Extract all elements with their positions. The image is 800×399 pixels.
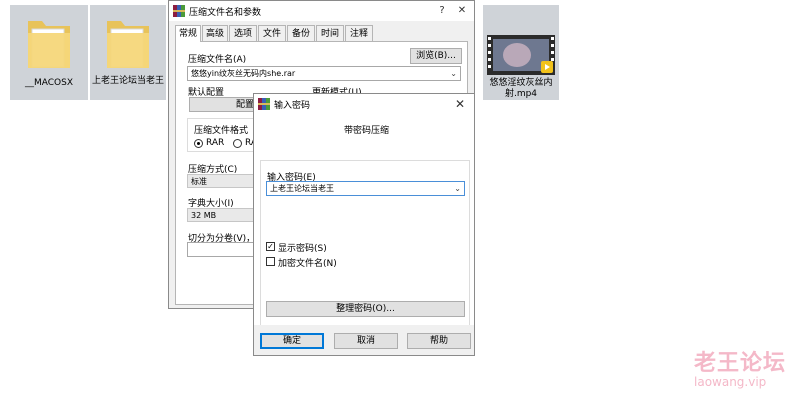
format-label: 压缩文件格式 bbox=[194, 126, 249, 136]
desktop-icon-label: __MACOSX bbox=[24, 78, 73, 88]
format-rar-label: RAR bbox=[206, 138, 225, 148]
tab-files[interactable]: 文件 bbox=[258, 25, 286, 41]
password-heading: 带密码压缩 bbox=[344, 126, 390, 136]
desktop-icon-video[interactable]: 悠悠淫纹灰丝内射.mp4 bbox=[483, 5, 559, 100]
dialog-footer: 确定 取消 帮助 bbox=[254, 325, 474, 355]
password-value: 上老王论坛当老王 bbox=[270, 184, 334, 193]
tab-general[interactable]: 常规 bbox=[175, 25, 201, 42]
winrar-icon bbox=[258, 98, 270, 110]
tab-options[interactable]: 选项 bbox=[229, 25, 257, 41]
browse-button[interactable]: 浏览(B)... bbox=[410, 48, 462, 64]
desktop-icon-label: 上老王论坛当老王 bbox=[91, 76, 164, 86]
chevron-down-icon[interactable]: ⌄ bbox=[454, 182, 461, 195]
format-radio-rar[interactable] bbox=[194, 139, 203, 148]
archive-name-value: 悠悠yin纹灰丝无码内she.rar bbox=[191, 69, 296, 78]
title-bar: 输入密码 ✕ bbox=[254, 94, 474, 114]
dialog-title: 压缩文件名和参数 bbox=[189, 8, 262, 18]
desktop-icon-folder[interactable]: 上老王论坛当老王 bbox=[90, 5, 166, 100]
password-dialog: 输入密码 ✕ 带密码压缩 输入密码(E) 上老王论坛当老王 ⌄ ✓ 显示密码(S… bbox=[253, 93, 475, 356]
desktop-icon-macosx[interactable]: __MACOSX bbox=[10, 5, 88, 100]
desktop-icon-label: 悠悠淫纹灰丝内射.mp4 bbox=[489, 78, 553, 99]
show-password-label: 显示密码(S) bbox=[278, 244, 327, 254]
tab-backup[interactable]: 备份 bbox=[287, 25, 315, 41]
help-button[interactable]: 帮助 bbox=[407, 333, 471, 349]
folder-icon bbox=[107, 21, 149, 68]
chevron-down-icon[interactable]: ⌄ bbox=[450, 67, 457, 80]
dict-select[interactable]: 32 MB bbox=[187, 208, 261, 222]
format-radio-rar4[interactable] bbox=[233, 139, 242, 148]
help-icon[interactable]: ? bbox=[434, 3, 450, 19]
tab-comment[interactable]: 注释 bbox=[345, 25, 373, 41]
encrypt-names-label: 加密文件名(N) bbox=[278, 259, 337, 269]
title-bar: 压缩文件名和参数 ? ✕ bbox=[169, 1, 474, 21]
archive-name-field[interactable]: 悠悠yin纹灰丝无码内she.rar ⌄ bbox=[187, 66, 461, 81]
show-password-checkbox[interactable]: ✓ bbox=[266, 242, 275, 251]
organize-passwords-button[interactable]: 整理密码(O)... bbox=[266, 301, 465, 317]
close-icon[interactable]: ✕ bbox=[454, 3, 470, 19]
tab-time[interactable]: 时间 bbox=[316, 25, 344, 41]
password-input[interactable]: 上老王论坛当老王 ⌄ bbox=[266, 181, 465, 196]
watermark-url: laowang.vip bbox=[694, 375, 767, 389]
tab-advanced[interactable]: 高级 bbox=[202, 25, 228, 41]
ok-button[interactable]: 确定 bbox=[260, 333, 324, 349]
cancel-button[interactable]: 取消 bbox=[334, 333, 398, 349]
video-file-icon bbox=[487, 35, 555, 75]
watermark-title: 老王论坛 bbox=[694, 350, 787, 376]
close-icon[interactable]: ✕ bbox=[452, 96, 468, 112]
dialog-title: 输入密码 bbox=[274, 101, 311, 111]
archive-name-label: 压缩文件名(A) bbox=[188, 55, 247, 65]
method-select[interactable]: 标准 bbox=[187, 174, 261, 188]
folder-icon bbox=[28, 21, 70, 68]
split-volume-field[interactable] bbox=[187, 242, 263, 257]
encrypt-names-checkbox[interactable] bbox=[266, 257, 275, 266]
winrar-icon bbox=[173, 5, 185, 17]
